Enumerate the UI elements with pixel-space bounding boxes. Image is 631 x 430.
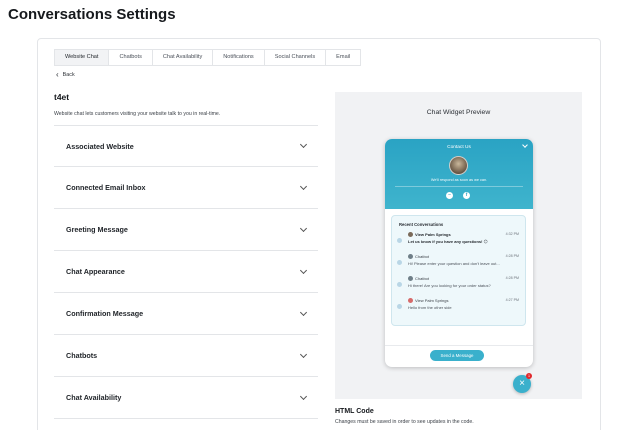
section-label: Confirmation Message	[66, 309, 144, 318]
close-icon: ×	[519, 378, 525, 389]
chat-widget-preview-panel: Chat Widget Preview Contact Us We'll res…	[335, 92, 582, 399]
preview-title: Chat Widget Preview	[426, 109, 491, 116]
back-link[interactable]: ‹ Back	[56, 70, 75, 79]
recent-conversations-card: Recent Conversations View Palm Springs 4…	[391, 215, 526, 326]
tab-chat-availability[interactable]: Chat Availability	[153, 50, 214, 65]
settings-accordion: Associated Website Connected Email Inbox…	[54, 125, 318, 419]
list-item[interactable]: Chatbot 4:28 PM Hi there! Are you lookin…	[396, 275, 522, 297]
conversation-message: Hello from the other side	[408, 305, 452, 310]
chevron-down-icon	[299, 392, 308, 400]
conversation-message: Let us know if you have any questions! 😊	[408, 239, 488, 244]
chevron-down-icon	[299, 350, 308, 358]
section-greeting-message[interactable]: Greeting Message	[54, 209, 318, 251]
tab-notifications[interactable]: Notifications	[213, 50, 265, 65]
tab-social-channels[interactable]: Social Channels	[265, 50, 327, 65]
conversation-time: 4:27 PM	[505, 298, 519, 302]
facebook-icon[interactable]: f	[463, 192, 470, 199]
tab-website-chat[interactable]: Website Chat	[55, 50, 110, 65]
section-chat-appearance[interactable]: Chat Appearance	[54, 251, 318, 293]
section-associated-website[interactable]: Associated Website	[54, 125, 318, 167]
send-message-button[interactable]: Send a Message	[430, 350, 484, 361]
avatar	[408, 276, 413, 281]
settings-card: Website Chat Chatbots Chat Availability …	[37, 38, 601, 430]
section-connected-email-inbox[interactable]: Connected Email Inbox	[54, 167, 318, 209]
channel-title: t4et	[54, 92, 70, 102]
widget-footer: Send a Message	[385, 345, 533, 367]
avatar	[408, 298, 413, 303]
contact-us-label: Contact Us	[447, 145, 471, 150]
avatar	[408, 232, 413, 237]
channel-description: Website chat lets customers visiting you…	[54, 111, 221, 117]
section-chat-availability[interactable]: Chat Availability	[54, 377, 318, 419]
section-confirmation-message[interactable]: Confirmation Message	[54, 293, 318, 335]
tab-email[interactable]: Email	[326, 50, 360, 65]
conversation-name: View Palm Springs	[415, 298, 449, 303]
chevron-down-icon	[299, 266, 308, 274]
chevron-down-icon	[299, 140, 308, 149]
chevron-left-icon: ‹	[56, 70, 59, 79]
recent-conversations-title: Recent Conversations	[399, 222, 444, 227]
page-title: Conversations Settings	[8, 6, 176, 23]
section-label: Chat Appearance	[66, 267, 125, 276]
notification-badge: 1	[526, 373, 532, 379]
list-item[interactable]: Chatbot 4:28 PM Hi! Please enter your qu…	[396, 253, 522, 275]
avatar	[449, 156, 468, 175]
section-label: Connected Email Inbox	[66, 183, 146, 192]
conversation-time: 4:28 PM	[505, 276, 519, 280]
section-label: Associated Website	[66, 141, 134, 151]
section-label: Chat Availability	[66, 393, 122, 402]
chat-bubble-icon	[397, 282, 402, 287]
conversation-name: Chatbot	[415, 276, 430, 281]
list-item[interactable]: View Palm Springs 4:27 PM Hello from the…	[396, 297, 522, 319]
chat-bubble-icon	[397, 304, 402, 309]
conversation-message: Hi there! Are you looking for your order…	[408, 283, 491, 288]
conversation-name: View Palm Springs	[415, 232, 451, 237]
settings-tabs: Website Chat Chatbots Chat Availability …	[54, 49, 362, 66]
chevron-down-icon	[299, 308, 308, 316]
messenger-icon[interactable]: ~	[446, 192, 453, 199]
header-divider	[395, 186, 523, 187]
chevron-down-icon	[299, 182, 308, 190]
section-chatbots[interactable]: Chatbots	[54, 335, 318, 377]
html-code-note: Changes must be saved in order to see up…	[335, 419, 474, 425]
widget-header: Contact Us We'll respond as soon as we c…	[385, 139, 533, 209]
html-code-title: HTML Code	[335, 408, 374, 415]
conversation-message: Hi! Please enter your question and don't…	[408, 261, 500, 266]
section-label: Chatbots	[66, 351, 98, 360]
back-label: Back	[62, 72, 75, 78]
chat-bubble-icon	[397, 260, 402, 265]
list-item[interactable]: View Palm Springs 4:32 PM Let us know if…	[396, 231, 522, 253]
conversation-name: Chatbot	[415, 254, 430, 259]
tab-chatbots[interactable]: Chatbots	[109, 50, 153, 65]
chat-bubble-icon	[397, 238, 402, 243]
avatar	[408, 254, 413, 259]
respond-text: We'll respond as soon as we can.	[430, 178, 488, 182]
chat-widget: Contact Us We'll respond as soon as we c…	[385, 139, 533, 367]
chevron-down-icon	[299, 224, 308, 232]
conversation-time: 4:28 PM	[505, 254, 519, 258]
conversation-time: 4:32 PM	[505, 232, 519, 236]
section-label: Greeting Message	[66, 225, 128, 234]
